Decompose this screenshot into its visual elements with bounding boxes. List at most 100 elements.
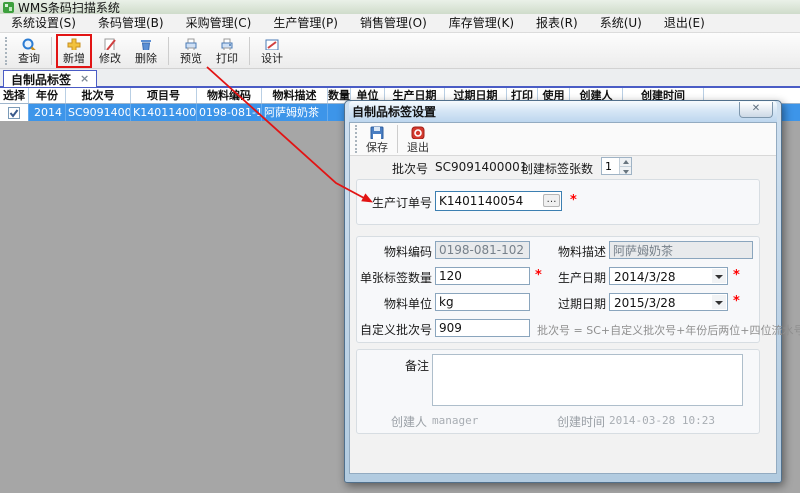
created-time-label: 创建时间 xyxy=(535,413,605,430)
creator-label: 创建人 xyxy=(357,413,427,430)
material-desc-label: 物料描述 xyxy=(531,243,606,260)
delete-icon xyxy=(138,37,154,50)
check-icon xyxy=(8,107,20,119)
menu-reports[interactable]: 报表(R) xyxy=(525,14,589,33)
preview-button[interactable]: 预览 xyxy=(173,34,209,68)
material-code-label: 物料编码 xyxy=(357,243,432,260)
app-window: WMS条码扫描系统 系统设置(S) 条码管理(B) 采购管理(C) 生产管理(P… xyxy=(0,0,800,493)
add-button[interactable]: 新增 xyxy=(56,34,92,68)
label-settings-dialog: 自制品标签设置 ✕ 保存 xyxy=(344,100,782,483)
chevron-down-icon[interactable] xyxy=(712,269,726,283)
material-desc-input xyxy=(609,241,753,259)
exit-icon xyxy=(410,125,426,139)
copies-stepper[interactable]: 1 xyxy=(601,157,632,175)
custom-batch-input[interactable] xyxy=(435,319,530,337)
cell-year: 2014 xyxy=(29,104,66,121)
prod-date-required-mark: * xyxy=(733,268,740,283)
menu-barcode[interactable]: 条码管理(B) xyxy=(87,14,175,33)
expire-date-label: 过期日期 xyxy=(531,295,606,312)
edit-icon xyxy=(102,37,118,50)
batch-no-label: 批次号 xyxy=(350,160,428,177)
order-no-label: 生产订单号 xyxy=(357,194,432,211)
order-required-mark: * xyxy=(570,193,577,208)
menu-production[interactable]: 生产管理(P) xyxy=(262,14,349,33)
tab-self-made-label[interactable]: 自制品标签 × xyxy=(3,70,97,88)
edit-button[interactable]: 修改 xyxy=(92,34,128,68)
dialog-content: 保存 退出 批次号 SC9091400001 创建标签张数 1 xyxy=(349,122,777,474)
dialog-header-row: 批次号 SC9091400001 创建标签张数 1 xyxy=(350,159,778,177)
dialog-toolbar-separator xyxy=(397,125,398,153)
print-button[interactable]: 打印 xyxy=(209,34,245,68)
copies-label: 创建标签张数 xyxy=(500,160,593,177)
delete-button[interactable]: 删除 xyxy=(128,34,164,68)
stepper-buttons xyxy=(619,158,631,174)
remark-label: 备注 xyxy=(357,357,429,374)
custom-batch-label: 自定义批次号 xyxy=(357,321,432,338)
cell-material-code: 0198-081-102 xyxy=(197,104,262,121)
material-code-input xyxy=(435,241,530,259)
dialog-titlebar[interactable]: 自制品标签设置 xyxy=(349,101,777,122)
toolbar-separator xyxy=(168,37,169,65)
unit-input[interactable] xyxy=(435,293,530,311)
prod-date-value: 2014/3/28 xyxy=(614,270,676,284)
order-groupbox: 生产订单号 … * xyxy=(356,179,760,225)
query-button[interactable]: 查询 xyxy=(11,34,47,68)
row-checkbox[interactable] xyxy=(0,104,29,121)
chevron-down-icon[interactable] xyxy=(712,295,726,309)
remark-groupbox: 备注 创建人 manager 创建时间 2014-03-28 10:23 xyxy=(356,349,760,434)
toolbar-separator xyxy=(249,37,250,65)
cell-project-no: K1401140054 xyxy=(131,104,197,121)
expire-date-required-mark: * xyxy=(733,294,740,309)
cell-material-desc: 阿萨姆奶茶 xyxy=(262,104,328,121)
order-no-field-wrap: … xyxy=(435,191,562,211)
dialog-title: 自制品标签设置 xyxy=(352,103,436,120)
material-groupbox: 物料编码 物料描述 单张标签数量 * 生产日期 2014/3/28 * 物料单位… xyxy=(356,236,760,343)
menu-inventory[interactable]: 库存管理(K) xyxy=(438,14,525,33)
search-icon xyxy=(21,37,37,50)
menu-system-settings[interactable]: 系统设置(S) xyxy=(0,14,87,33)
design-icon xyxy=(264,37,280,50)
tab-close-icon[interactable]: × xyxy=(80,74,89,84)
col-batch-no[interactable]: 批次号 xyxy=(66,88,131,103)
qty-input[interactable] xyxy=(435,267,530,285)
stepper-down-icon[interactable] xyxy=(620,166,631,174)
qty-label: 单张标签数量 xyxy=(357,269,432,286)
design-button[interactable]: 设计 xyxy=(254,34,290,68)
menu-system[interactable]: 系统(U) xyxy=(589,14,653,33)
order-browse-button[interactable]: … xyxy=(543,194,560,207)
created-time-value: 2014-03-28 10:23 xyxy=(609,414,715,427)
dialog-toolbar: 保存 退出 xyxy=(350,123,776,156)
print-icon xyxy=(219,37,235,50)
col-material-code[interactable]: 物料编码 xyxy=(197,88,262,103)
menu-purchase[interactable]: 采购管理(C) xyxy=(175,14,263,33)
menu-sales[interactable]: 销售管理(O) xyxy=(349,14,438,33)
save-icon xyxy=(369,125,385,139)
batch-rule-hint: 批次号 = SC+自定义批次号+年份后两位+四位流水号 xyxy=(537,322,800,338)
menu-bar: 系统设置(S) 条码管理(B) 采购管理(C) 生产管理(P) 销售管理(O) … xyxy=(0,14,800,33)
col-project-no[interactable]: 项目号 xyxy=(131,88,197,103)
exit-button[interactable]: 退出 xyxy=(402,124,434,155)
cell-batch-no: SC9091400001 xyxy=(66,104,131,121)
prod-date-label: 生产日期 xyxy=(531,269,606,286)
col-select[interactable]: 选择 xyxy=(0,88,29,103)
app-icon xyxy=(3,2,14,13)
toolbar-separator xyxy=(51,37,52,65)
add-icon xyxy=(66,37,82,50)
copies-value: 1 xyxy=(605,160,612,173)
prod-date-select[interactable]: 2014/3/28 xyxy=(609,267,728,285)
window-titlebar: WMS条码扫描系统 xyxy=(0,0,800,14)
stepper-up-icon[interactable] xyxy=(620,158,631,166)
creator-value: manager xyxy=(432,414,478,427)
expire-date-select[interactable]: 2015/3/28 xyxy=(609,293,728,311)
col-material-desc[interactable]: 物料描述 xyxy=(262,88,328,103)
save-button[interactable]: 保存 xyxy=(361,124,393,155)
unit-label: 物料单位 xyxy=(357,295,432,312)
toolbar-grip xyxy=(5,37,8,65)
dialog-close-button[interactable]: ✕ xyxy=(739,102,773,118)
preview-icon xyxy=(183,37,199,50)
col-year[interactable]: 年份 xyxy=(29,88,66,103)
window-title: WMS条码扫描系统 xyxy=(18,0,120,14)
main-toolbar: 查询 新增 修改 删除 xyxy=(0,33,800,69)
remark-textarea[interactable] xyxy=(432,354,743,406)
menu-exit[interactable]: 退出(E) xyxy=(653,14,716,33)
